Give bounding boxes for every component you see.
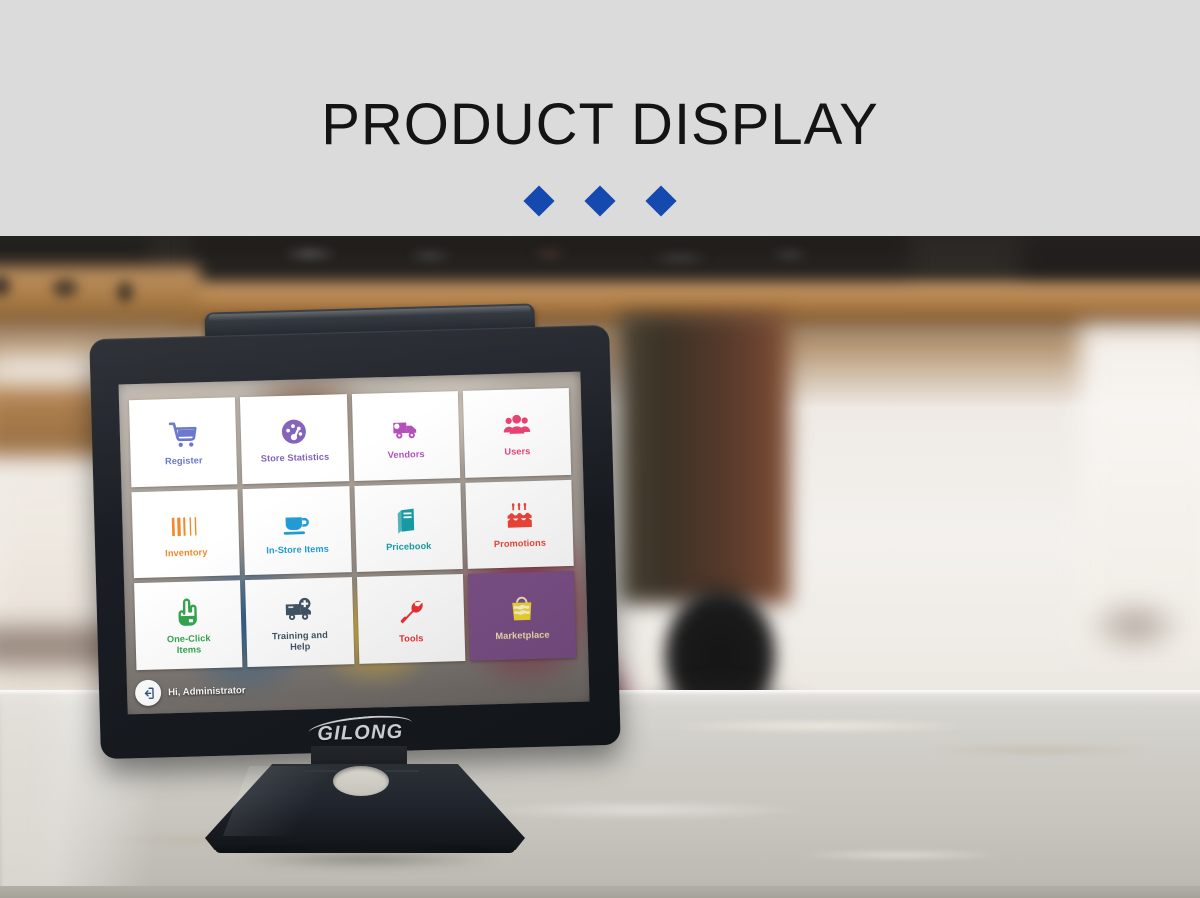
tile-label: Tools [399, 632, 424, 644]
cable-cutout [333, 766, 389, 796]
tile-label: Promotions [493, 537, 547, 549]
tile-label: Users [504, 446, 531, 457]
chalkboard-writing [250, 246, 870, 280]
shopping-bag-icon [468, 589, 575, 628]
tile-store-statistics[interactable]: Store Statistics [240, 394, 349, 484]
display-bezel: Register Store Statistics Vendors Users Inve… [89, 324, 621, 760]
tile-label: Inventory [165, 546, 208, 559]
diamond-icon [523, 185, 555, 217]
diamond-separator-group [0, 185, 1200, 217]
tile-users[interactable]: Users [462, 387, 572, 478]
counter-front-face [0, 886, 1200, 898]
tile-label: Training and Help [271, 630, 329, 652]
tile-marketplace[interactable]: Marketplace [467, 571, 577, 661]
gauge-icon [241, 412, 348, 451]
logout-arrow-icon[interactable] [134, 679, 162, 707]
user-greeting: Hi, Administrator [167, 684, 246, 698]
page-title: PRODUCT DISPLAY [321, 92, 879, 157]
tile-label: Marketplace [495, 629, 550, 641]
stand-slot-right [385, 770, 419, 772]
tile-promotions[interactable]: Promotions [465, 479, 574, 570]
tile-register[interactable]: Register [128, 397, 238, 487]
product-display-page: PRODUCT DISPLAY Register Store Statistic… [0, 0, 1200, 898]
tile-one-click-items[interactable]: One-Click Items [134, 580, 243, 671]
stand-shadow [181, 848, 551, 870]
tile-label: Register [164, 455, 203, 467]
stool [1060, 566, 1200, 686]
wrench-icon [357, 592, 464, 631]
birthday-cake-icon [466, 498, 573, 537]
product-photo-scene: Register Store Statistics Vendors Users Inve… [0, 236, 1200, 898]
ambulance-icon [246, 590, 353, 629]
tile-label: Store Statistics [260, 451, 330, 464]
pointing-hand-icon [134, 594, 241, 633]
diamond-icon [645, 185, 677, 217]
app-tile-grid: Register Store Statistics Vendors Users Inve… [128, 387, 577, 671]
tile-vendors[interactable]: Vendors [351, 391, 460, 481]
tile-label: In-Store Items [266, 543, 330, 556]
tile-label: Vendors [387, 449, 425, 461]
barcode-icon [132, 507, 239, 546]
tile-in-store-items[interactable]: In-Store Items [242, 485, 352, 576]
touchscreen[interactable]: Register Store Statistics Vendors Users Inve… [118, 371, 590, 715]
coffee-cup-icon [243, 504, 350, 543]
pos-terminal: Register Store Statistics Vendors Users Inve… [89, 303, 625, 870]
stand-slot-left [303, 770, 337, 772]
tile-label: Pricebook [385, 540, 432, 552]
users-group-icon [463, 406, 570, 445]
user-status-bar: Hi, Administrator [134, 669, 386, 710]
tile-label: One-Click Items [166, 633, 211, 655]
book-icon [354, 501, 461, 540]
diamond-icon [584, 185, 616, 217]
shopping-cart-icon [129, 415, 236, 454]
delivery-truck-icon [352, 409, 459, 448]
tile-tools[interactable]: Tools [356, 574, 466, 664]
tile-pricebook[interactable]: Pricebook [353, 482, 463, 573]
header-banner: PRODUCT DISPLAY [0, 0, 1200, 236]
tile-inventory[interactable]: Inventory [131, 488, 241, 579]
tile-training-and-help[interactable]: Training and Help [245, 577, 354, 668]
